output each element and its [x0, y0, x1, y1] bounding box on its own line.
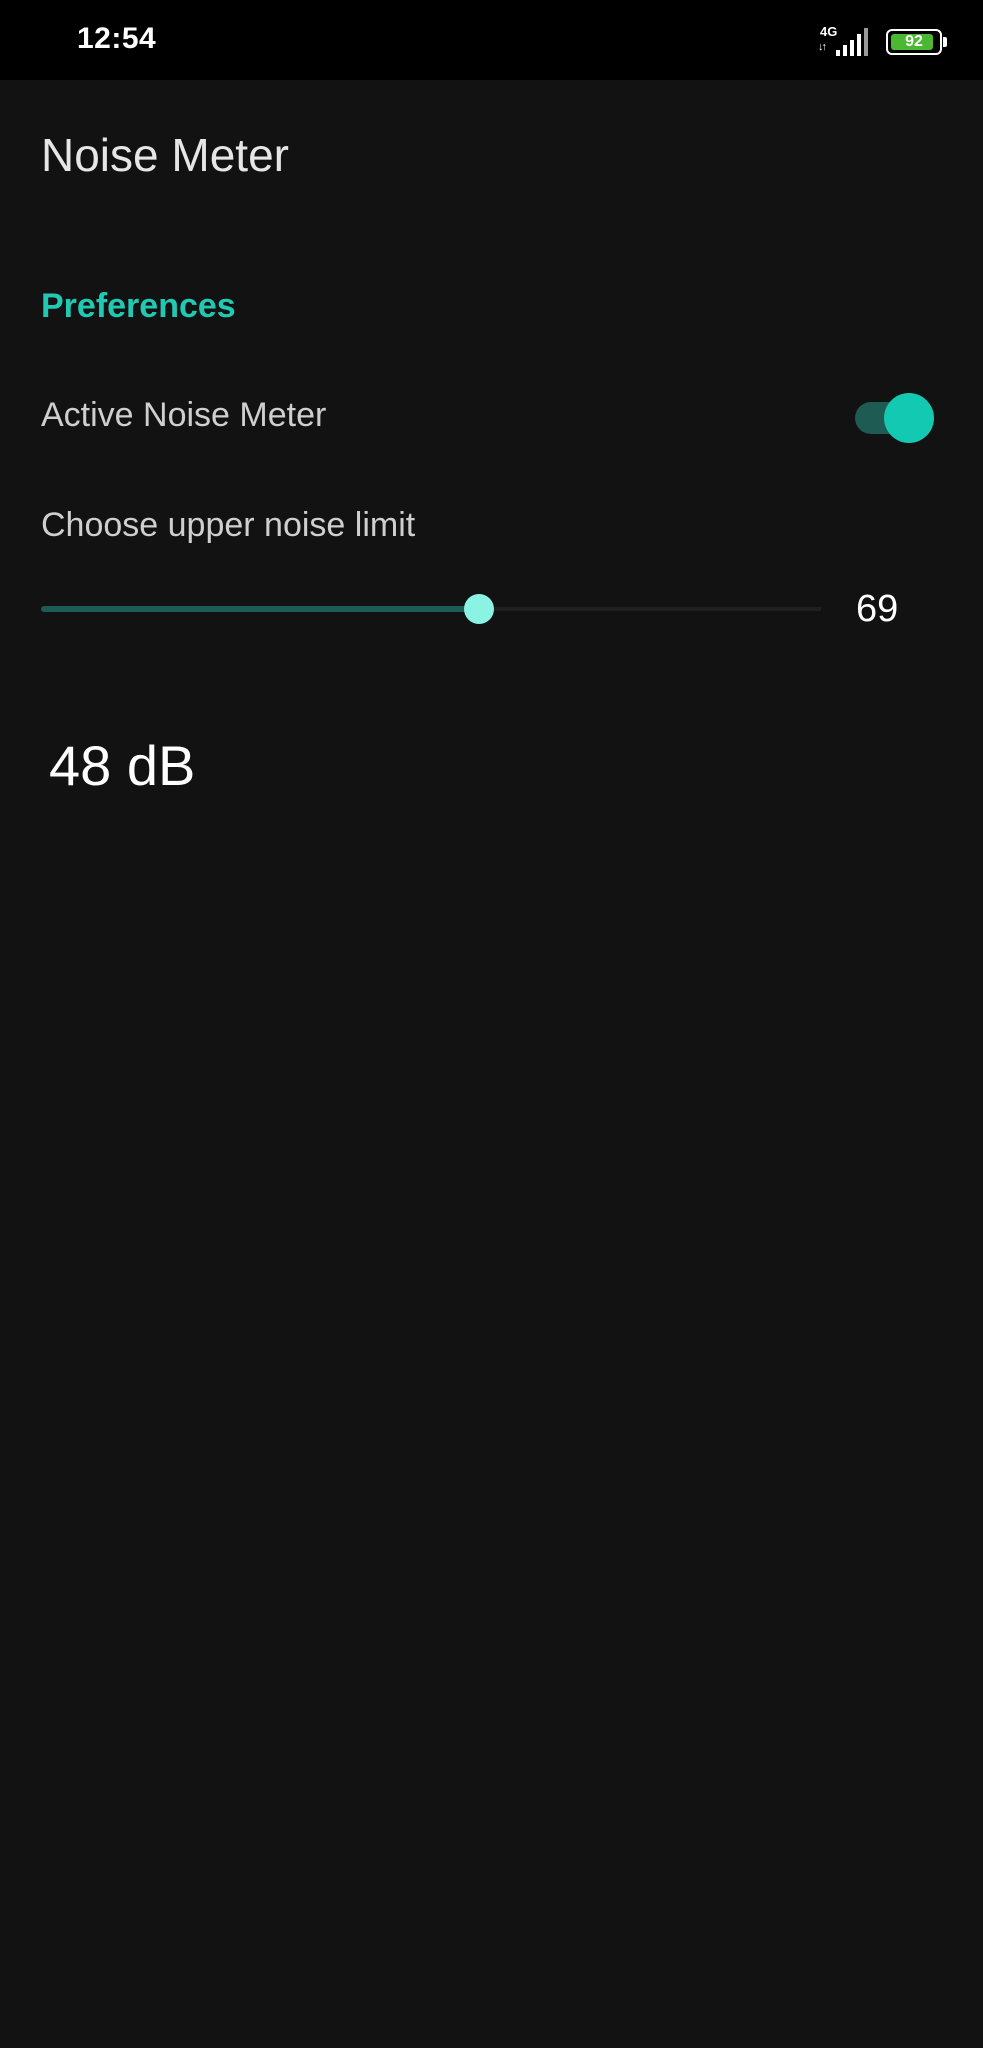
preferences-category-title: Preferences [41, 287, 236, 325]
network-indicator: 4G ↓↑ [818, 24, 872, 58]
battery-icon: 92 [886, 29, 947, 55]
active-noise-meter-row[interactable]: Active Noise Meter [0, 370, 983, 460]
battery-body: 92 [886, 29, 942, 55]
status-bar: 12:54 4G ↓↑ 92 [0, 0, 983, 80]
noise-limit-title: Choose upper noise limit [41, 506, 416, 544]
app-title: Noise Meter [41, 129, 289, 181]
slider-progress [41, 606, 479, 612]
settings-screen: 12:54 4G ↓↑ 92 Noise Meter Preferences A… [0, 0, 983, 2048]
noise-limit-slider[interactable] [41, 594, 821, 624]
signal-icon [836, 28, 868, 56]
active-noise-meter-label: Active Noise Meter [41, 396, 327, 434]
status-clock: 12:54 [77, 22, 157, 55]
noise-limit-value: 69 [856, 588, 899, 630]
battery-tip [943, 37, 947, 47]
slider-thumb[interactable] [464, 594, 494, 624]
battery-level: 92 [905, 33, 923, 50]
noise-level-reading: 48 dB [49, 734, 196, 797]
toggle-thumb[interactable] [884, 393, 934, 443]
data-arrows-icon: ↓↑ [818, 41, 827, 53]
